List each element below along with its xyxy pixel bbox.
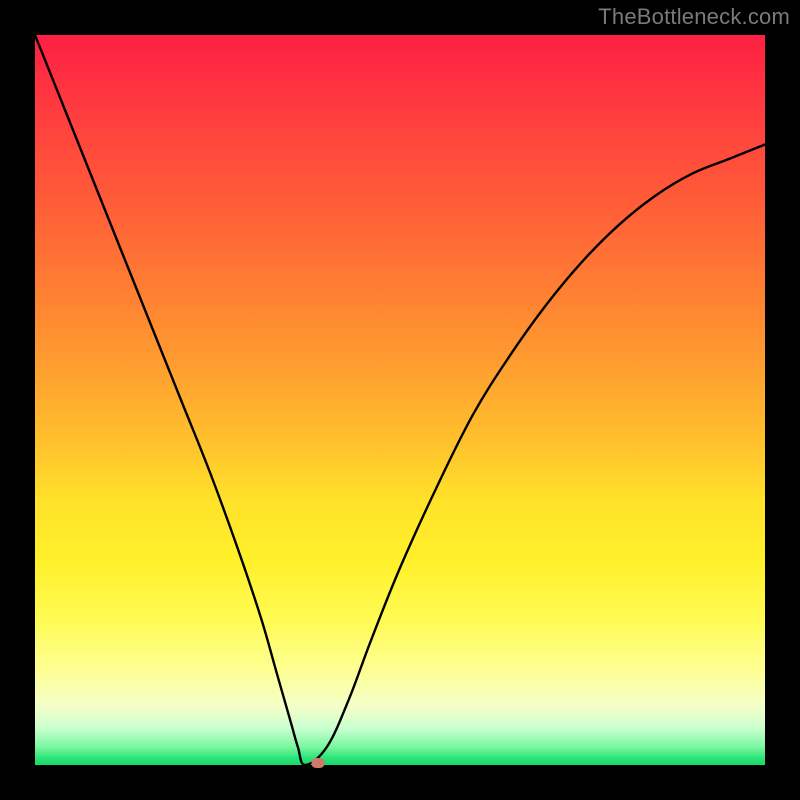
bottleneck-curve-line (35, 35, 765, 765)
plot-area (35, 35, 765, 765)
chart-container: TheBottleneck.com (0, 0, 800, 800)
dip-marker-icon (312, 758, 325, 768)
watermark-text: TheBottleneck.com (598, 4, 790, 30)
curve-svg (35, 35, 765, 765)
